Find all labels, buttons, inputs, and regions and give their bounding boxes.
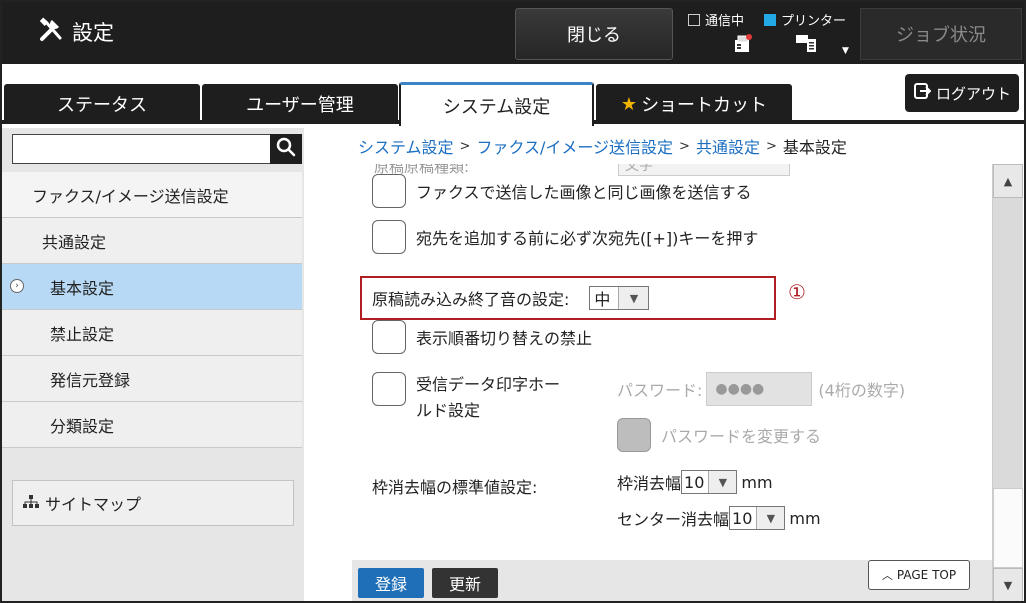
change-password-row: パスワードを変更する xyxy=(617,418,821,452)
job-status-button[interactable]: ジョブ状況 xyxy=(860,8,1022,60)
scan-end-sound-row: 原稿読み込み終了音の設定: 中 ▼ xyxy=(372,286,650,310)
printer-status: プリンター xyxy=(764,10,846,29)
main-panel: システム設定 > ファクス/イメージ送信設定 > 共通設定 > 基本設定 原稿原… xyxy=(304,128,1024,601)
logout-button[interactable]: ログアウト xyxy=(905,74,1019,112)
sidebar-item-common-settings[interactable]: 共通設定 xyxy=(2,218,302,264)
logout-icon xyxy=(913,82,936,104)
sitemap-link[interactable]: サイトマップ xyxy=(12,480,294,526)
center-erase-row: センター消去幅 10 ▼ mm xyxy=(617,506,821,530)
scroll-up-icon[interactable]: ▲ xyxy=(993,164,1023,198)
app-frame: 設定 閉じる 通信中 プリンター ▼ ジョブ状況 ステータス ユーザー管理 シス… xyxy=(0,0,1026,603)
tab-shortcut[interactable]: ★ ショートカット xyxy=(596,84,792,124)
chevron-down-icon: ▼ xyxy=(618,287,649,309)
sitemap-icon xyxy=(23,494,45,513)
center-erase-select[interactable]: 10 ▼ xyxy=(729,506,786,530)
sidebar-item-category-settings[interactable]: 分類設定 xyxy=(2,402,302,448)
password-row: パスワード: ●●●● (4桁の数字) xyxy=(617,372,905,406)
hold-setting-checkbox[interactable] xyxy=(372,372,406,406)
page-top-button[interactable]: ︿ PAGE TOP xyxy=(868,560,970,590)
printer-indicator-icon xyxy=(764,13,776,26)
printer-device-icon xyxy=(794,32,820,58)
frame-erase-row: 枠消去幅 10 ▼ mm xyxy=(617,470,773,494)
change-password-checkbox[interactable] xyxy=(617,418,651,452)
register-button[interactable]: 登録 xyxy=(358,568,424,598)
sidebar-item-prohibit-settings[interactable]: 禁止設定 xyxy=(2,310,302,356)
breadcrumb-current: 基本設定 xyxy=(782,138,847,157)
settings-content: 原稿原稿種類: 文字 ファクスで送信した画像と同じ画像を送信する 宛先を追加する… xyxy=(352,164,992,564)
star-icon: ★ xyxy=(620,93,638,115)
device-status[interactable]: 通信中 プリンター ▼ xyxy=(684,6,859,60)
scrollbar[interactable]: ▲ ▼ xyxy=(992,164,1023,601)
app-title-text: 設定 xyxy=(72,20,114,45)
fax-device-icon xyxy=(732,32,754,58)
next-dest-key-row: 宛先を追加する前に必ず次宛先([+])キーを押す xyxy=(372,220,758,254)
disable-order-switch-checkbox[interactable] xyxy=(372,320,406,354)
chevron-up-icon: ︿ xyxy=(881,569,893,582)
tab-status[interactable]: ステータス xyxy=(4,84,200,124)
breadcrumb-system-settings[interactable]: システム設定 xyxy=(358,134,454,158)
fax-same-image-checkbox[interactable] xyxy=(372,174,406,208)
disable-order-switch-row: 表示順番切り替えの禁止 xyxy=(372,320,592,354)
scroll-track[interactable] xyxy=(993,198,1023,488)
frame-erase-select[interactable]: 10 ▼ xyxy=(681,470,738,494)
sidebar: ファクス/イメージ送信設定 共通設定 › 基本設定 禁止設定 発信元登録 分類設… xyxy=(2,128,304,601)
breadcrumb-fax-image-send[interactable]: ファクス/イメージ送信設定 xyxy=(476,134,673,158)
scroll-thumb[interactable] xyxy=(993,488,1023,568)
comm-indicator-icon xyxy=(688,13,700,26)
nav-list: ファクス/イメージ送信設定 共通設定 › 基本設定 禁止設定 発信元登録 分類設… xyxy=(2,172,302,448)
tab-system-settings[interactable]: システム設定 xyxy=(399,82,594,126)
search-input[interactable] xyxy=(12,134,274,164)
sidebar-item-sender-registration[interactable]: 発信元登録 xyxy=(2,356,302,402)
chevron-right-icon: › xyxy=(10,279,24,293)
update-button[interactable]: 更新 xyxy=(432,568,498,598)
top-bar: 設定 閉じる 通信中 プリンター ▼ ジョブ状況 xyxy=(2,2,1024,64)
comm-status: 通信中 xyxy=(688,10,744,29)
close-button[interactable]: 閉じる xyxy=(515,8,673,60)
search-icon xyxy=(276,137,296,161)
password-input[interactable]: ●●●● xyxy=(706,372,813,406)
tab-user-management[interactable]: ユーザー管理 xyxy=(202,84,398,124)
erase-width-row: 枠消去幅の標準値設定: xyxy=(372,478,538,497)
chevron-down-icon: ▼ xyxy=(756,507,785,529)
chevron-down-icon: ▼ xyxy=(842,46,849,56)
next-dest-key-checkbox[interactable] xyxy=(372,220,406,254)
chevron-down-icon: ▼ xyxy=(708,471,737,493)
sidebar-item-fax-image-send[interactable]: ファクス/イメージ送信設定 xyxy=(2,172,302,218)
scroll-down-icon[interactable]: ▼ xyxy=(993,568,1023,601)
tools-icon xyxy=(38,16,72,47)
sidebar-item-basic-settings[interactable]: › 基本設定 xyxy=(2,264,302,310)
breadcrumb-common-settings[interactable]: 共通設定 xyxy=(696,134,760,158)
tab-bar: ステータス ユーザー管理 システム設定 ★ ショートカット ログアウト xyxy=(2,64,1024,126)
callout-marker: ① xyxy=(788,280,806,304)
scan-end-sound-select[interactable]: 中 ▼ xyxy=(589,286,650,310)
hold-setting-row: 受信データ印字ホー ルド設定 xyxy=(372,372,560,424)
fax-same-image-row: ファクスで送信した画像と同じ画像を送信する xyxy=(372,174,752,208)
app-title: 設定 xyxy=(38,16,114,47)
action-bar: 登録 更新 ︿ PAGE TOP xyxy=(352,560,992,601)
search-button[interactable] xyxy=(270,134,302,164)
breadcrumb: システム設定 > ファクス/イメージ送信設定 > 共通設定 > 基本設定 xyxy=(358,134,847,158)
